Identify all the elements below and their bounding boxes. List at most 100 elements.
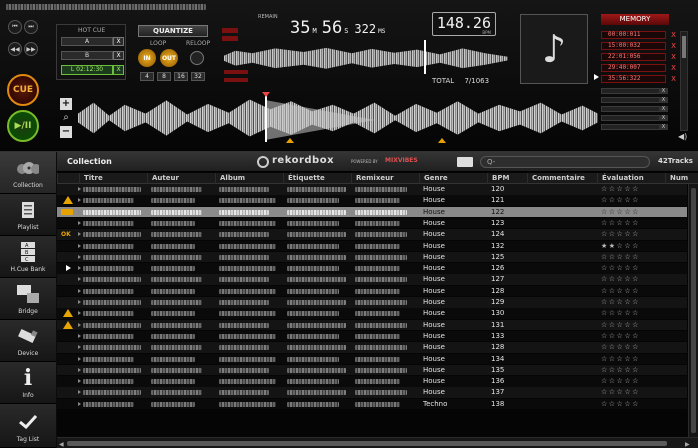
- table-row[interactable]: House 120 ☆☆☆☆☆: [57, 184, 687, 195]
- sidebar-item-info[interactable]: i Info: [0, 362, 56, 404]
- rating-stars[interactable]: ☆☆☆☆☆: [597, 387, 665, 397]
- table-row[interactable]: House 128 ☆☆☆☆☆: [57, 285, 687, 297]
- hot-cue-b-clear-button[interactable]: X: [113, 51, 124, 60]
- col-header-artist[interactable]: Auteur: [147, 173, 215, 184]
- expand-arrow-icon[interactable]: [78, 232, 81, 237]
- quantize-button[interactable]: QUANTIZE: [138, 25, 208, 37]
- search-input[interactable]: Q-: [480, 156, 650, 168]
- keyboard-icon[interactable]: [457, 157, 473, 167]
- rating-stars[interactable]: ☆☆☆☆☆: [597, 229, 665, 239]
- rating-stars[interactable]: ☆☆☆☆☆: [597, 308, 665, 318]
- hot-cue-b-button[interactable]: B: [61, 51, 113, 60]
- scroll-right-arrow-icon[interactable]: ▶: [685, 441, 690, 448]
- expand-arrow-icon[interactable]: [78, 300, 81, 304]
- hot-cue-a-button[interactable]: A: [61, 37, 113, 46]
- expand-arrow-icon[interactable]: [78, 356, 81, 361]
- rating-stars[interactable]: ☆☆☆☆☆: [597, 365, 665, 375]
- col-header-genre[interactable]: Genre: [419, 173, 487, 184]
- col-header-number[interactable]: Num: [665, 173, 689, 184]
- expand-arrow-icon[interactable]: [78, 277, 81, 282]
- memory-empty-4-delete[interactable]: X: [659, 115, 668, 121]
- expand-arrow-icon[interactable]: [78, 367, 81, 372]
- table-row[interactable]: OK House 124 ☆☆☆☆☆: [57, 229, 687, 240]
- memory-cue-4-delete[interactable]: X: [669, 64, 678, 72]
- expand-arrow-icon[interactable]: [78, 401, 81, 406]
- expand-arrow-icon[interactable]: [78, 322, 81, 327]
- sidebar-item-tag-list[interactable]: Tag List: [0, 404, 56, 448]
- memory-scroll-thumb[interactable]: [682, 36, 686, 58]
- table-row[interactable]: House 122 ☆☆☆☆☆: [57, 206, 687, 218]
- expand-arrow-icon[interactable]: [78, 266, 81, 271]
- reloop-button[interactable]: [190, 51, 204, 65]
- sidebar-item-collection[interactable]: Collection: [0, 152, 56, 194]
- rating-stars[interactable]: ☆☆☆☆☆: [597, 342, 665, 352]
- memory-button[interactable]: MEMORY: [601, 14, 669, 25]
- rating-stars[interactable]: ☆☆☆☆☆: [597, 331, 665, 341]
- track-list-horizontal-scrollbar[interactable]: ◀ ▶: [57, 437, 698, 448]
- scroll-left-arrow-icon[interactable]: ◀: [59, 441, 64, 448]
- volume-icon[interactable]: ◀): [678, 132, 690, 141]
- table-row[interactable]: House 127 ☆☆☆☆☆: [57, 274, 687, 285]
- rewind-button[interactable]: ◀◀: [8, 42, 22, 56]
- rating-stars[interactable]: ☆☆☆☆☆: [597, 399, 665, 409]
- table-row[interactable]: House 130 ☆☆☆☆☆: [57, 308, 687, 319]
- expand-arrow-icon[interactable]: [78, 288, 81, 293]
- rating-stars[interactable]: ☆☆☆☆☆: [597, 195, 665, 205]
- rating-stars[interactable]: ☆☆☆☆☆: [597, 354, 665, 364]
- expand-arrow-icon[interactable]: [78, 254, 81, 259]
- track-list-vertical-scrollbar[interactable]: [688, 184, 698, 437]
- memory-empty-1-delete[interactable]: X: [659, 88, 668, 94]
- table-row[interactable]: House 128 ☆☆☆☆☆: [57, 342, 687, 353]
- rating-stars[interactable]: ☆☆☆☆☆: [597, 218, 665, 228]
- table-row[interactable]: Techno 138 ☆☆☆☆☆: [57, 398, 687, 410]
- previous-track-button[interactable]: ⏮: [8, 20, 22, 34]
- sidebar-item-hot-cue-bank[interactable]: ABC H.Cue Bank: [0, 236, 56, 278]
- vertical-scroll-thumb[interactable]: [691, 188, 696, 433]
- memory-cue-1[interactable]: 00:00:011: [601, 31, 666, 39]
- memory-empty-5-delete[interactable]: X: [659, 124, 668, 130]
- beat-size-32-button[interactable]: 32: [191, 72, 205, 81]
- table-row[interactable]: House 125 ☆☆☆☆☆: [57, 251, 687, 263]
- sidebar-item-device[interactable]: Device: [0, 320, 56, 362]
- table-row[interactable]: House 129 ☆☆☆☆☆: [57, 297, 687, 308]
- next-track-button[interactable]: ⏭: [24, 20, 38, 34]
- search-zoom-icon[interactable]: ⌕: [60, 112, 72, 124]
- table-row[interactable]: House 136 ☆☆☆☆☆: [57, 376, 687, 387]
- expand-arrow-icon[interactable]: [78, 379, 81, 384]
- rating-stars[interactable]: ★★☆☆☆: [597, 241, 665, 251]
- beat-size-4-button[interactable]: 4: [140, 72, 154, 81]
- fast-forward-button[interactable]: ▶▶: [24, 42, 38, 56]
- memory-cue-3-delete[interactable]: X: [669, 53, 678, 61]
- expand-arrow-icon[interactable]: [78, 187, 81, 191]
- zoom-in-icon[interactable]: +: [60, 98, 72, 110]
- zoom-out-icon[interactable]: −: [60, 126, 72, 138]
- memory-cue-2-delete[interactable]: X: [669, 42, 678, 50]
- memory-empty-2-delete[interactable]: X: [659, 97, 668, 103]
- col-header-bpm[interactable]: BPM: [487, 173, 527, 184]
- rating-stars[interactable]: ☆☆☆☆☆: [597, 263, 665, 273]
- memory-cue-5[interactable]: 35:56:322: [601, 75, 666, 83]
- table-row[interactable]: House 132 ★★☆☆☆: [57, 240, 687, 251]
- play-pause-button[interactable]: ▶/II: [7, 110, 39, 142]
- horizontal-scroll-thumb[interactable]: [67, 441, 667, 446]
- col-header-comment[interactable]: Commentaire: [527, 173, 597, 184]
- memory-empty-3-delete[interactable]: X: [659, 106, 668, 112]
- expand-arrow-icon[interactable]: [78, 345, 81, 350]
- col-header-title[interactable]: Titre: [79, 173, 147, 184]
- memory-cue-4[interactable]: 29:40:007: [601, 64, 666, 72]
- table-row[interactable]: House 134 ☆☆☆☆☆: [57, 353, 687, 364]
- expand-arrow-icon[interactable]: [78, 390, 81, 395]
- memory-cue-1-delete[interactable]: X: [669, 31, 678, 39]
- expand-arrow-icon[interactable]: [78, 333, 81, 338]
- table-row[interactable]: House 121 ☆☆☆☆☆: [57, 195, 687, 206]
- loop-clear-button[interactable]: X: [113, 65, 124, 75]
- table-row[interactable]: House 131 ☆☆☆☆☆: [57, 319, 687, 331]
- col-header-label[interactable]: Étiquette: [283, 173, 351, 184]
- sidebar-item-playlist[interactable]: Playlist: [0, 194, 56, 236]
- expand-arrow-icon[interactable]: [78, 243, 81, 248]
- overview-waveform[interactable]: [224, 47, 508, 69]
- table-row[interactable]: House 133 ☆☆☆☆☆: [57, 330, 687, 342]
- memory-scrollbar[interactable]: [680, 31, 688, 131]
- col-header-remixer[interactable]: Remixeur: [351, 173, 419, 184]
- col-header-rating[interactable]: Évaluation: [597, 173, 665, 184]
